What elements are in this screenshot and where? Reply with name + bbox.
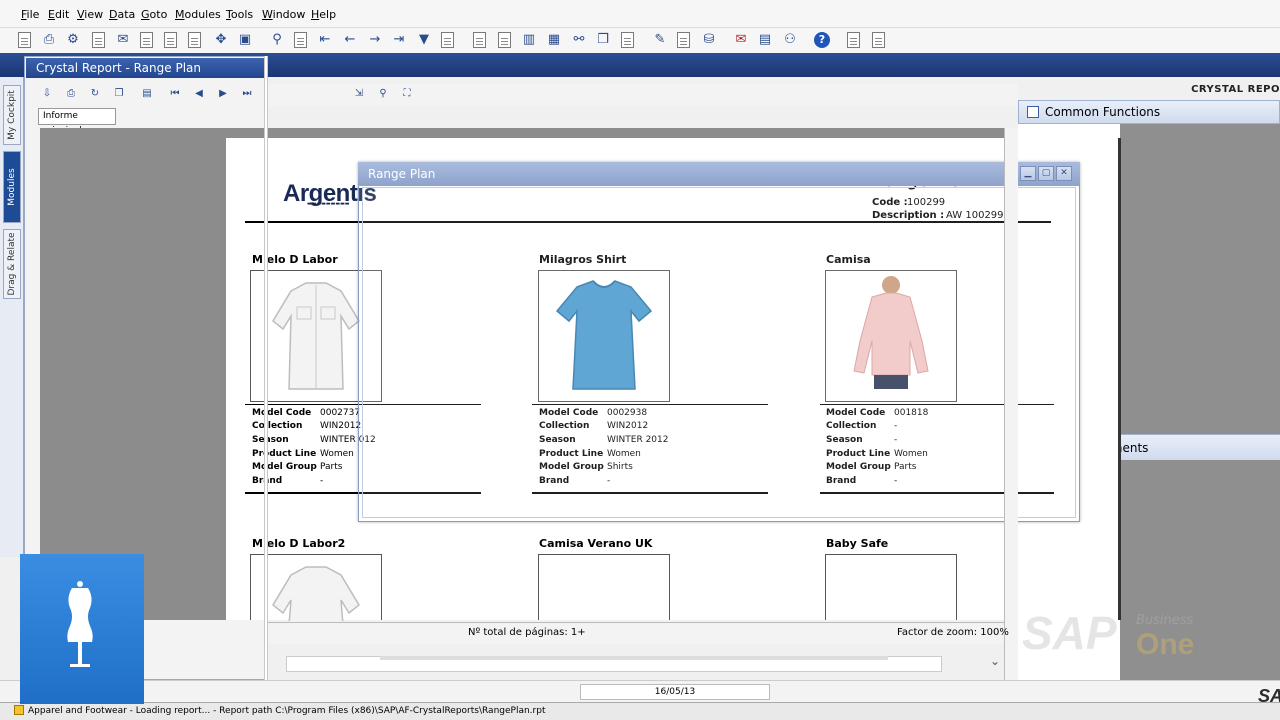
total-pages-text: Nº total de páginas: 1+ (468, 627, 586, 638)
first-record-icon[interactable]: ⇤ (316, 31, 334, 49)
tab-my-cockpit[interactable]: My Cockpit (3, 85, 21, 145)
export-icon[interactable] (90, 31, 108, 49)
range-plan-window-title[interactable]: Range Plan (358, 162, 1080, 186)
mannequin-icon (67, 581, 93, 667)
main-status-bar: Apparel and Footwear - Loading report...… (0, 702, 1280, 720)
sap-business-watermark: Business (1136, 613, 1194, 628)
new-document-icon[interactable] (16, 31, 34, 49)
menu-file[interactable]: File (21, 8, 39, 21)
last-page-icon[interactable]: ⏭ (240, 87, 254, 101)
product-name: Baby Safe (826, 537, 889, 550)
first-page-icon[interactable]: ⏮ (168, 87, 182, 101)
book-icon[interactable]: ❐ (594, 31, 612, 49)
menu-modules[interactable]: Modules (175, 8, 221, 21)
excel-icon[interactable] (138, 31, 156, 49)
main-toolbar: ⎙ ⚙ ✉ ✥ ▣ ⚲ ⇤ ← → ⇥ ▼ ▥ ▦ ⚯ ❐ ✎ ⛁ ✉ ▤ ⚇ … (0, 28, 1280, 53)
attr-brand: Brand- (252, 476, 324, 486)
settings-icon[interactable]: ✎ (651, 31, 669, 49)
common-functions-header[interactable]: Common Functions (1018, 100, 1280, 124)
form-settings-icon[interactable] (675, 31, 693, 49)
help-icon[interactable]: ? (813, 31, 831, 49)
warning-icon (14, 705, 24, 715)
binoculars-icon[interactable]: ⛶ (400, 87, 414, 101)
common-functions-label: Common Functions (1045, 105, 1161, 119)
last-record-icon[interactable]: ⇥ (390, 31, 408, 49)
menu-tools[interactable]: Tools (226, 8, 253, 21)
product-image-white-shirt-2 (250, 554, 382, 626)
chevron-down-icon[interactable]: ⌄ (990, 654, 1000, 668)
menu-help[interactable]: Help (311, 8, 336, 21)
lock-screen-icon[interactable]: ▣ (236, 31, 254, 49)
menu-view[interactable]: View (77, 8, 103, 21)
menu-bar: File Edit View Data Goto Modules Tools W… (0, 0, 1280, 28)
close-window-icon[interactable] (845, 31, 863, 49)
transaction-journal-icon[interactable]: ⚯ (570, 31, 588, 49)
print-icon[interactable]: ⎙ (40, 31, 58, 49)
gross-profit-icon[interactable]: ▥ (520, 31, 538, 49)
tab-drag-relate[interactable]: Drag & Relate (3, 229, 21, 299)
menu-window[interactable]: Window (262, 8, 305, 21)
crystal-report-title: Crystal Report - Range Plan (26, 58, 264, 78)
exit-icon[interactable] (870, 31, 888, 49)
find-icon[interactable]: ⚲ (268, 31, 286, 49)
zoom-factor-text: Factor de zoom: 100% (897, 627, 1009, 638)
users-icon[interactable]: ⚇ (781, 31, 799, 49)
attr-model-code: Model Code 0002737 (252, 408, 361, 418)
window-icon (1027, 106, 1039, 118)
print-preview-icon[interactable]: ⚙ (64, 31, 82, 49)
calendar-icon[interactable]: ▤ (756, 31, 774, 49)
panel-separator-right[interactable] (1004, 128, 1018, 680)
email-icon[interactable]: ✉ (114, 31, 132, 49)
close-button[interactable]: ✕ (1056, 166, 1072, 181)
chart-icon[interactable]: ▦ (545, 31, 563, 49)
base-document-icon[interactable] (471, 31, 489, 49)
menu-edit[interactable]: Edit (48, 8, 69, 21)
next-record-icon[interactable]: → (366, 31, 384, 49)
sort-icon[interactable] (439, 31, 457, 49)
tab-main-report[interactable]: Informe principal (38, 108, 116, 136)
filter-icon[interactable]: ▼ (415, 31, 433, 49)
sap-one-watermark: One (1136, 628, 1195, 661)
scrollbar-thumb[interactable] (380, 656, 888, 660)
attr-collection: Collection WIN2012 (252, 421, 362, 431)
side-tabs: My Cockpit Modules Drag & Relate (0, 77, 24, 557)
logo-tagline: ▬▬▬▬▬▬▬▬▬ (307, 201, 350, 207)
product-image-empty (825, 554, 957, 620)
previous-record-icon[interactable]: ← (341, 31, 359, 49)
copy-icon[interactable]: ❐ (112, 87, 126, 101)
product-name: Camisa Verano UK (539, 537, 653, 550)
add-icon[interactable] (292, 31, 310, 49)
zoom-icon[interactable]: ⇲ (352, 87, 366, 101)
pdf-icon[interactable] (186, 31, 204, 49)
menu-goto[interactable]: Goto (141, 8, 167, 21)
sap-watermark: SAP (1022, 607, 1117, 659)
print-report-icon[interactable]: ⎙ (64, 87, 78, 101)
product-image-empty (538, 554, 670, 620)
search-icon[interactable]: ⚲ (376, 87, 390, 101)
word-icon[interactable] (162, 31, 180, 49)
panel-separator[interactable] (264, 56, 268, 680)
minimize-button[interactable]: ▁ (1020, 166, 1036, 181)
report-status-bar (268, 622, 1004, 644)
target-document-icon[interactable] (496, 31, 514, 49)
report-viewer-toolbar: ⇩ ⎙ ↻ ❐ ▤ ⏮ ◀ ▶ ⏭ ⇲ ⚲ ⛶ (34, 84, 1018, 106)
group-tree-icon[interactable]: ▤ (140, 87, 154, 101)
database-icon[interactable]: ⛁ (700, 31, 718, 49)
tab-modules[interactable]: Modules (3, 151, 21, 223)
next-page-icon[interactable]: ▶ (216, 87, 230, 101)
maximize-button[interactable]: ▢ (1038, 166, 1054, 181)
navigate-icon[interactable]: ✥ (212, 31, 230, 49)
white-shirt-image (272, 566, 360, 626)
apparel-footwear-tile (20, 554, 144, 704)
previous-page-icon[interactable]: ◀ (192, 87, 206, 101)
messages-icon[interactable]: ✉ (732, 31, 750, 49)
range-plan-window-content (362, 187, 1076, 518)
refresh-icon[interactable]: ↻ (88, 87, 102, 101)
menu-data[interactable]: Data (109, 8, 135, 21)
status-date: 16/05/13 (580, 684, 770, 700)
crystal-reports-brand: CRYSTAL REPO (1191, 84, 1280, 95)
layout-icon[interactable] (619, 31, 637, 49)
export-report-icon[interactable]: ⇩ (40, 87, 54, 101)
